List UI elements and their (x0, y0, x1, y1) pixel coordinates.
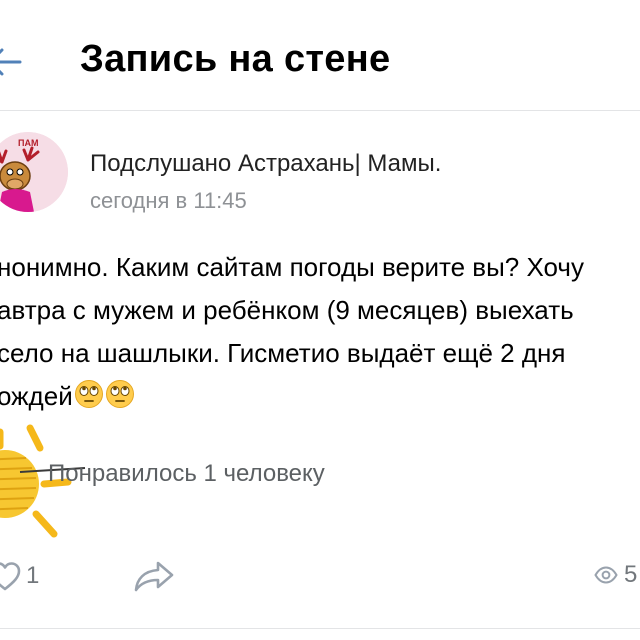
like-button[interactable]: 1 (0, 560, 39, 592)
moose-mascot-icon: ПАМ (0, 132, 68, 212)
post-text-line: нонимно. Каким сайтам погоды верите вы? … (0, 252, 584, 282)
post-text-line-last: ождей (0, 375, 640, 418)
rolling-eyes-emoji-icon (105, 380, 134, 408)
views-count: 5 (624, 561, 638, 588)
eye-icon (594, 566, 618, 584)
share-arrow-icon[interactable] (132, 558, 176, 594)
likes-summary[interactable]: Понравилось 1 человеку (48, 460, 325, 488)
post-text-line: село на шашлыки. Гисметио выдаёт ещё 2 д… (0, 338, 566, 368)
rolling-eyes-emoji-icon (74, 380, 103, 408)
page-title: Запись на стене (80, 38, 391, 80)
post-timestamp: сегодня в 11:45 (90, 188, 247, 213)
views-counter: 5 (594, 560, 637, 590)
post-text-line: автра с мужем и ребёнком (9 месяцев) вые… (0, 295, 574, 325)
post-author[interactable]: Подслушано Астрахань| Мамы. (90, 150, 441, 178)
divider (0, 628, 640, 629)
post-text-line-last-text: ождей (0, 381, 73, 411)
avatar-label: ПАМ (18, 138, 38, 148)
like-count: 1 (26, 562, 40, 589)
community-avatar[interactable]: ПАМ (0, 132, 68, 212)
heart-icon (0, 562, 21, 591)
post-text: нонимно. Каким сайтам погоды верите вы? … (0, 246, 640, 418)
header-bar: Запись на стене (0, 0, 640, 111)
back-arrow-icon[interactable] (0, 42, 26, 82)
